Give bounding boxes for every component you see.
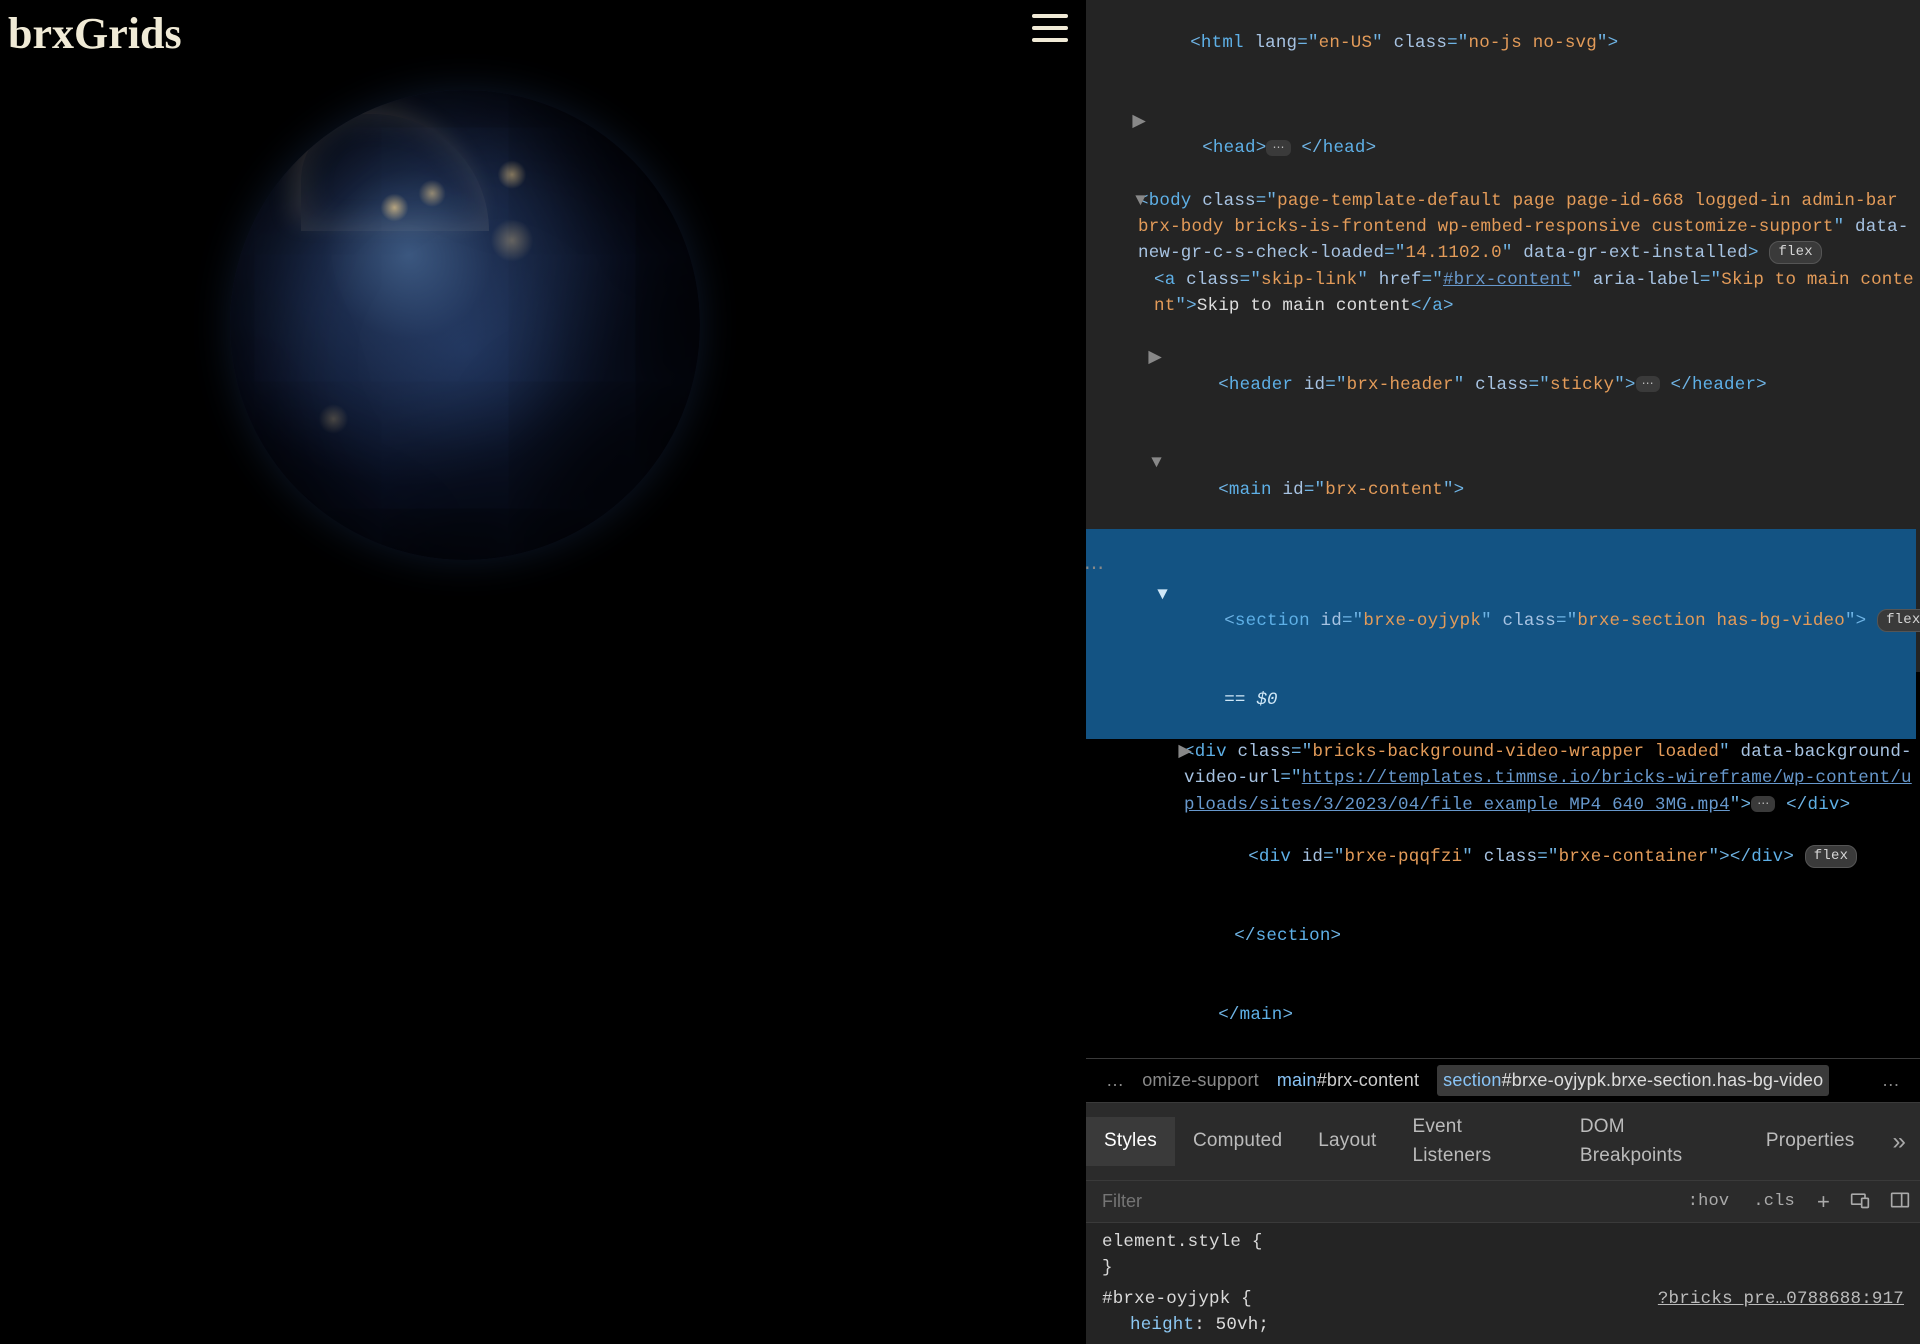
styles-toolbar: :hov .cls + (1086, 1181, 1920, 1223)
tab-event-listeners[interactable]: Event Listeners (1394, 1103, 1561, 1180)
breadcrumb-overflow-icon[interactable]: … (1106, 1067, 1124, 1094)
ellipsis-icon[interactable]: ⋯ (1751, 796, 1775, 812)
rendered-page: brxGrids (0, 0, 1086, 672)
dom-node-head[interactable]: ▶ <head>⋯ </head> (1096, 83, 1916, 188)
styles-rules[interactable]: element.style { } #brxe-oyjypk { ?bricks… (1086, 1223, 1920, 1344)
dom-node-selected-marker: == $0 (1086, 660, 1916, 739)
expand-caret-icon[interactable]: ▶ (1118, 109, 1146, 135)
expand-caret-icon[interactable]: ▶ (1164, 739, 1192, 765)
breadcrumb-item[interactable]: omize-support (1142, 1067, 1259, 1094)
ellipsis-icon[interactable]: ⋯ (1636, 376, 1660, 392)
ellipsis-icon[interactable]: ⋯ (1266, 140, 1290, 156)
breadcrumb-item-active[interactable]: section#brxe-oyjypk.brxe-section.has-bg-… (1437, 1065, 1829, 1096)
breadcrumb-overflow-icon[interactable]: … (1882, 1067, 1900, 1094)
tab-properties[interactable]: Properties (1748, 1117, 1873, 1166)
cls-toggle-button[interactable]: .cls (1741, 1189, 1807, 1215)
gutter-more-icon[interactable]: ⋯ (1086, 555, 1104, 585)
tab-styles[interactable]: Styles (1086, 1117, 1175, 1166)
dom-node-skip-link[interactable]: <a class="skip-link" href="#brx-content"… (1096, 267, 1916, 320)
dom-node-html[interactable]: <html lang="en-US" class="no-js no-svg"> (1096, 4, 1916, 83)
elements-tree[interactable]: <html lang="en-US" class="no-js no-svg">… (1086, 0, 1920, 1058)
panel-layout-icon[interactable] (1880, 1185, 1920, 1218)
hov-toggle-button[interactable]: :hov (1676, 1189, 1742, 1215)
rule-element-style[interactable]: element.style { (1102, 1229, 1904, 1255)
flex-badge[interactable]: flex (1805, 845, 1857, 868)
background-video-frame (230, 90, 700, 560)
devtools-panel: <html lang="en-US" class="no-js no-svg">… (1086, 0, 1920, 672)
flex-badge[interactable]: flex (1769, 241, 1821, 264)
collapse-caret-icon[interactable]: ▼ (1140, 582, 1168, 608)
breadcrumb[interactable]: … omize-support main#brx-content section… (1086, 1058, 1920, 1103)
rule-declaration[interactable]: height: 50vh; (1102, 1312, 1904, 1338)
dom-node-main-close[interactable]: </main> (1096, 975, 1916, 1054)
device-mode-icon[interactable] (1840, 1185, 1880, 1218)
tab-console[interactable]: Console (1144, 1343, 1259, 1344)
dom-node-selected-section[interactable]: ⋯ ▼ <section id="brxe-oyjypk" class="brx… (1086, 529, 1916, 660)
expand-caret-icon[interactable]: ▶ (1134, 345, 1162, 371)
tab-layout[interactable]: Layout (1300, 1117, 1394, 1166)
flex-badge[interactable]: flex (1877, 609, 1920, 632)
styles-tabbar: Styles Computed Layout Event Listeners D… (1086, 1103, 1920, 1181)
new-style-rule-icon[interactable]: + (1807, 1185, 1840, 1218)
styles-filter-input[interactable] (1086, 1181, 1676, 1222)
rule-close: } (1102, 1255, 1904, 1281)
source-link[interactable]: ?bricks_pre…0788688:917 (1658, 1286, 1904, 1312)
rule-selector[interactable]: #brxe-oyjypk { ?bricks_pre…0788688:917 (1102, 1286, 1904, 1312)
dom-node-section-close[interactable]: </section> (1096, 897, 1916, 976)
breadcrumb-item[interactable]: main#brx-content (1277, 1067, 1419, 1094)
dom-node-body[interactable]: ▼ <body class="page-template-default pag… (1096, 188, 1916, 267)
dom-node-header[interactable]: ▶ <header id="brx-header" class="sticky"… (1096, 319, 1916, 424)
dom-node-brxe-container[interactable]: <div id="brxe-pqqfzi" class="brxe-contai… (1096, 818, 1916, 897)
collapse-caret-icon[interactable]: ▼ (1118, 188, 1146, 214)
dom-node-bg-video-wrapper[interactable]: ▶ <div class="bricks-background-video-wr… (1096, 739, 1916, 818)
tab-computed[interactable]: Computed (1175, 1117, 1300, 1166)
hamburger-menu-icon[interactable] (1032, 14, 1068, 42)
site-brand: brxGrids (8, 8, 182, 59)
collapse-caret-icon[interactable]: ▼ (1134, 450, 1162, 476)
dom-node-main[interactable]: ▼ <main id="brx-content"> (1096, 424, 1916, 529)
tabs-overflow-icon[interactable]: » (1878, 1124, 1920, 1160)
tab-dom-breakpoints[interactable]: DOM Breakpoints (1562, 1103, 1748, 1180)
